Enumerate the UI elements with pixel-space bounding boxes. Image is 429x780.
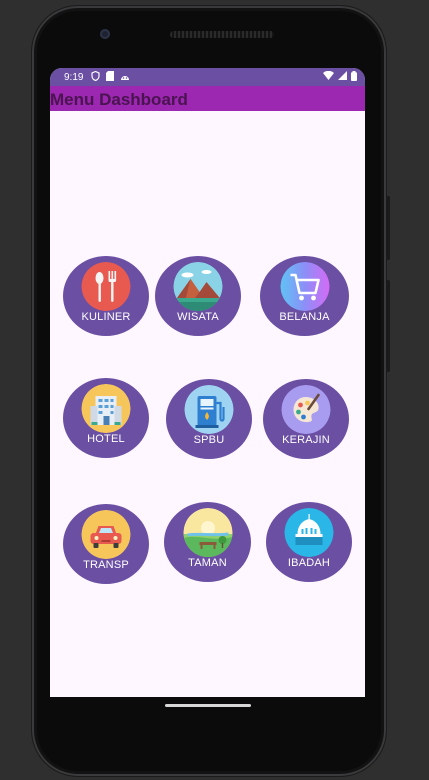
menu-tile-spbu[interactable]: SPBU [166,379,252,459]
mountain-icon [173,262,223,311]
power-button[interactable] [386,196,390,260]
shield-icon [91,70,101,83]
palette-icon [281,385,331,434]
wifi-icon [323,70,334,83]
fork-spoon-icon [81,262,131,311]
android-icon [120,72,130,83]
battery-icon [351,70,357,84]
menu-label: BELANJA [279,311,330,323]
menu-label: KERAJIN [282,434,330,446]
menu-tile-taman[interactable]: TAMAN [164,502,251,582]
app-screen: 9:19 Menu Dashboard KULINER WISATA BELAN… [50,68,365,697]
volume-button[interactable] [386,280,390,372]
menu-tile-transportasi[interactable]: TRANSP [63,504,149,584]
sdcard-icon [106,71,115,83]
signal-icon [338,71,347,83]
hotel-building-icon [81,384,131,433]
menu-tile-kerajinan[interactable]: KERAJIN [263,379,349,459]
menu-label: TRANSP [83,559,129,571]
menu-tile-hotel[interactable]: HOTEL [63,378,149,458]
car-icon [81,510,131,559]
earpiece-speaker [170,31,274,38]
mosque-icon [284,508,334,557]
menu-label: IBADAH [287,557,331,569]
menu-label: KULINER [81,311,131,323]
status-bar: 9:19 [50,68,365,86]
menu-label: HOTEL [87,433,125,445]
menu-label: SPBU [193,434,225,446]
gas-pump-icon [184,385,234,434]
menu-label: WISATA [177,311,219,323]
menu-tile-kuliner[interactable]: KULINER [63,256,149,336]
menu-tile-wisata[interactable]: WISATA [155,256,241,336]
front-camera [100,29,110,39]
gesture-nav-handle[interactable] [165,704,251,707]
menu-tile-belanja[interactable]: BELANJA [260,256,349,336]
app-bar-title: Menu Dashboard [50,86,365,111]
cart-icon [280,262,329,311]
status-time: 9:19 [64,71,84,83]
park-icon [183,508,232,557]
menu-tile-ibadah[interactable]: IBADAH [266,502,352,582]
menu-label: TAMAN [188,557,227,569]
